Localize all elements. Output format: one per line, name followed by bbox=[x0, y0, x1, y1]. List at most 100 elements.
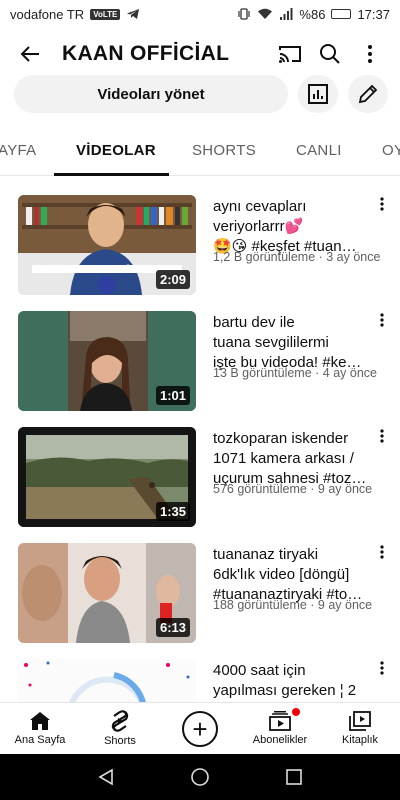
video-meta: 188 görüntüleme · 9 ay önce bbox=[213, 598, 373, 612]
video-duration: 2:09 bbox=[155, 270, 190, 289]
signal-icon bbox=[280, 8, 293, 20]
video-title-line: tuana sevgililermi bbox=[213, 334, 329, 351]
video-menu-button[interactable] bbox=[372, 545, 392, 565]
more-vertical-icon bbox=[380, 545, 384, 559]
video-title-line: tozkoparan iskender bbox=[213, 430, 349, 447]
video-thumbnail[interactable]: 1:35 bbox=[18, 427, 196, 527]
cast-button[interactable] bbox=[270, 34, 310, 74]
subscriptions-icon bbox=[269, 711, 291, 731]
bottom-navigation: Ana Sayfa Shorts + Abonelikler Kitaplık bbox=[0, 702, 400, 754]
more-vertical-icon bbox=[380, 197, 384, 211]
wifi-icon bbox=[258, 8, 273, 19]
pencil-icon bbox=[358, 84, 378, 104]
video-title-line: tuananaz tiryaki bbox=[213, 546, 319, 563]
video-duration: 1:35 bbox=[155, 502, 190, 521]
more-vertical-icon bbox=[368, 45, 372, 63]
more-vertical-icon bbox=[380, 661, 384, 675]
video-item[interactable]: 4000 saat için yapılması gereken ¦ 2 bbox=[0, 659, 400, 702]
video-title-line: veriyorlarrr💕 bbox=[213, 218, 304, 235]
battery-percent: %86 bbox=[299, 6, 326, 22]
video-thumbnail[interactable]: 1:01 bbox=[18, 311, 196, 411]
video-thumbnail[interactable]: Sıcak kahve Soğuk kahve mi 2:09 bbox=[18, 195, 196, 295]
video-menu-button[interactable] bbox=[372, 313, 392, 333]
video-title-line: yapılması gereken ¦ 2 bbox=[213, 682, 357, 699]
edit-channel-button[interactable] bbox=[348, 75, 388, 113]
video-title-line: 4000 saat için bbox=[213, 662, 306, 679]
video-thumbnail[interactable] bbox=[18, 659, 196, 702]
volte-badge: VoLTE bbox=[90, 8, 121, 20]
video-menu-button[interactable] bbox=[372, 661, 392, 681]
nav-library[interactable]: Kitaplık bbox=[320, 703, 400, 754]
overflow-menu-button[interactable] bbox=[350, 34, 390, 74]
create-icon: + bbox=[182, 710, 218, 747]
cast-icon bbox=[279, 46, 301, 63]
video-duration: 6:13 bbox=[155, 618, 190, 637]
video-duration: 1:01 bbox=[155, 386, 190, 405]
tab-live[interactable]: CANLI bbox=[296, 142, 342, 159]
video-item[interactable]: 1:35 tozkoparan iskender 1071 kamera ark… bbox=[0, 427, 400, 537]
channel-title: KAAN OFFİCİAL bbox=[62, 42, 230, 65]
video-title-line: 1071 kamera arkası / bbox=[213, 450, 354, 467]
tab-more[interactable]: OY bbox=[382, 142, 400, 159]
video-meta: 1,2 B görüntüleme · 3 ay önce bbox=[213, 250, 381, 264]
carrier-name: vodafone TR bbox=[10, 6, 85, 22]
analytics-button[interactable] bbox=[298, 75, 338, 113]
video-meta: 13 B görüntüleme · 4 ay önce bbox=[213, 366, 377, 380]
video-title[interactable]: aynı cevapları veriyorlarrr💕 🤩😘 #keşfet … bbox=[213, 197, 373, 257]
active-tab-indicator bbox=[54, 173, 169, 176]
tab-shorts[interactable]: SHORTS bbox=[192, 142, 256, 159]
nav-create[interactable]: + bbox=[160, 703, 240, 754]
app-header: KAAN OFFİCİAL bbox=[0, 30, 400, 78]
status-right: %86 17:37 bbox=[237, 7, 390, 22]
nav-shorts[interactable]: Shorts bbox=[80, 703, 160, 754]
search-icon bbox=[320, 44, 340, 64]
video-item[interactable]: 6:13 tuananaz tiryaki 6dk'lık video [dön… bbox=[0, 543, 400, 653]
search-button[interactable] bbox=[310, 34, 350, 74]
nav-label: Shorts bbox=[104, 735, 136, 747]
manage-row: Videoları yönet bbox=[14, 74, 394, 114]
nav-home[interactable]: Ana Sayfa bbox=[0, 703, 80, 754]
system-back-icon[interactable] bbox=[97, 768, 115, 786]
video-item[interactable]: 1:01 bartu dev ile tuana sevgililermi iş… bbox=[0, 311, 400, 421]
back-arrow-icon bbox=[20, 46, 39, 62]
channel-tabs: AYFA VİDEOLAR SHORTS CANLI OY bbox=[0, 130, 400, 176]
nav-label: Abonelikler bbox=[252, 734, 308, 746]
status-left: vodafone TR VoLTE bbox=[10, 7, 140, 22]
video-item[interactable]: Sıcak kahve Soğuk kahve mi 2:09 aynı cev… bbox=[0, 195, 400, 305]
video-title-line: bartu dev ile bbox=[213, 314, 295, 331]
more-vertical-icon bbox=[380, 313, 384, 327]
status-bar: vodafone TR VoLTE %86 17:37 bbox=[0, 0, 400, 28]
home-icon bbox=[30, 712, 50, 730]
thumbnail-caption-left: Sıcak kahve bbox=[36, 265, 69, 271]
tab-videos[interactable]: VİDEOLAR bbox=[76, 142, 156, 159]
analytics-icon bbox=[308, 84, 328, 104]
video-title[interactable]: tozkoparan iskender 1071 kamera arkası /… bbox=[213, 429, 373, 489]
video-title[interactable]: bartu dev ile tuana sevgililermi işte bu… bbox=[213, 313, 373, 373]
battery-icon bbox=[331, 9, 352, 19]
clock: 17:37 bbox=[357, 6, 390, 22]
vibrate-icon bbox=[238, 8, 251, 20]
thumbnail-image bbox=[18, 659, 196, 702]
video-thumbnail[interactable]: 6:13 bbox=[18, 543, 196, 643]
video-title[interactable]: 4000 saat için yapılması gereken ¦ 2 bbox=[213, 661, 373, 701]
shorts-icon bbox=[111, 710, 129, 732]
more-vertical-icon bbox=[380, 429, 384, 443]
tab-playlists[interactable]: AYFA bbox=[0, 142, 36, 159]
manage-videos-button[interactable]: Videoları yönet bbox=[14, 75, 288, 113]
video-meta: 576 görüntüleme · 9 ay önce bbox=[213, 482, 373, 496]
nav-label: Kitaplık bbox=[341, 734, 379, 746]
video-title-line: 6dk'lık video [döngü] bbox=[213, 566, 350, 583]
system-recents-icon[interactable] bbox=[285, 768, 303, 786]
back-button[interactable] bbox=[10, 34, 50, 74]
nav-label: Ana Sayfa bbox=[14, 734, 66, 746]
video-menu-button[interactable] bbox=[372, 197, 392, 217]
notification-dot bbox=[292, 708, 300, 716]
system-home-icon[interactable] bbox=[190, 767, 210, 787]
video-title-line: aynı cevapları bbox=[213, 198, 307, 215]
nav-subscriptions[interactable]: Abonelikler bbox=[240, 703, 320, 754]
telegram-icon bbox=[127, 9, 140, 19]
video-menu-button[interactable] bbox=[372, 429, 392, 449]
system-navigation-bar bbox=[0, 754, 400, 800]
video-title[interactable]: tuananaz tiryaki 6dk'lık video [döngü] #… bbox=[213, 545, 373, 605]
library-icon bbox=[349, 711, 371, 731]
